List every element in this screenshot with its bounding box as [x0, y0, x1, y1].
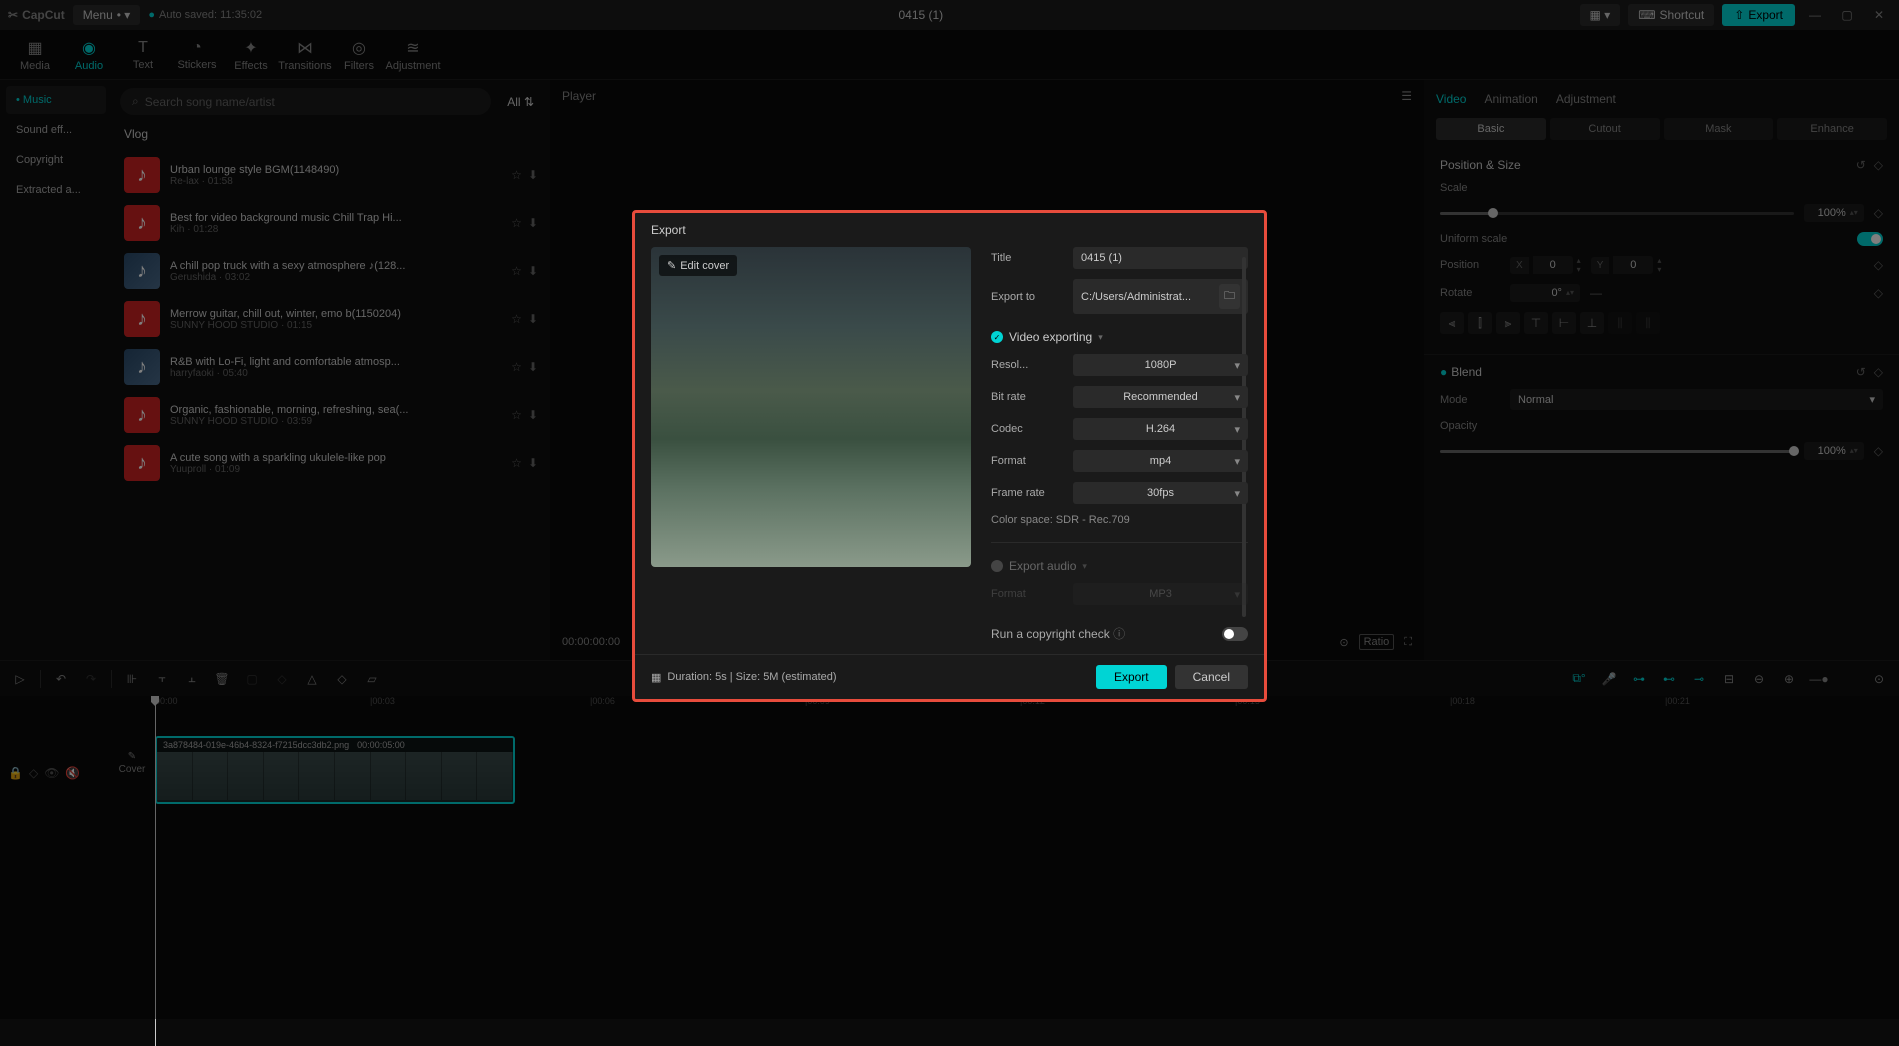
export-to-label: Export to [991, 291, 1063, 303]
modal-overlay: Export ✎Edit cover Title 0415 (1) Export… [0, 0, 1899, 1019]
title-label: Title [991, 252, 1063, 264]
edit-cover-button[interactable]: ✎Edit cover [659, 255, 737, 276]
video-exporting-header[interactable]: ✓ Video exporting ▾ [991, 330, 1248, 344]
cancel-button[interactable]: Cancel [1175, 665, 1248, 689]
film-icon: ▦ [651, 671, 661, 684]
copyright-toggle[interactable] [1222, 627, 1248, 641]
codec-label: Codec [991, 423, 1063, 435]
export-button[interactable]: Export [1096, 665, 1167, 689]
duration-info: ▦Duration: 5s | Size: 5M (estimated) [651, 671, 837, 684]
resolution-select[interactable]: 1080P [1073, 354, 1248, 376]
export-dialog: Export ✎Edit cover Title 0415 (1) Export… [632, 210, 1267, 702]
check-icon [991, 560, 1003, 572]
bitrate-select[interactable]: Recommended [1073, 386, 1248, 408]
folder-icon[interactable]: 🗀 [1219, 284, 1240, 309]
copyright-label: Run a copyright check ⓘ [991, 625, 1125, 642]
info-icon[interactable]: ⓘ [1113, 627, 1125, 641]
cover-preview: ✎Edit cover [651, 247, 971, 567]
audio-format-label: Format [991, 588, 1063, 600]
format-label: Format [991, 455, 1063, 467]
export-path-input[interactable]: C:/Users/Administrat...🗀 [1073, 279, 1248, 314]
pencil-icon: ✎ [667, 259, 676, 272]
framerate-label: Frame rate [991, 487, 1063, 499]
check-icon: ✓ [991, 331, 1003, 343]
codec-select[interactable]: H.264 [1073, 418, 1248, 440]
audio-format-select: MP3 [1073, 583, 1248, 605]
resolution-label: Resol... [991, 359, 1063, 371]
bitrate-label: Bit rate [991, 391, 1063, 403]
export-audio-header[interactable]: Export audio ▾ [991, 559, 1248, 573]
title-input[interactable]: 0415 (1) [1073, 247, 1248, 269]
framerate-select[interactable]: 30fps [1073, 482, 1248, 504]
colorspace-info: Color space: SDR - Rec.709 [991, 514, 1248, 526]
export-title: Export [635, 213, 1264, 247]
format-select[interactable]: mp4 [1073, 450, 1248, 472]
